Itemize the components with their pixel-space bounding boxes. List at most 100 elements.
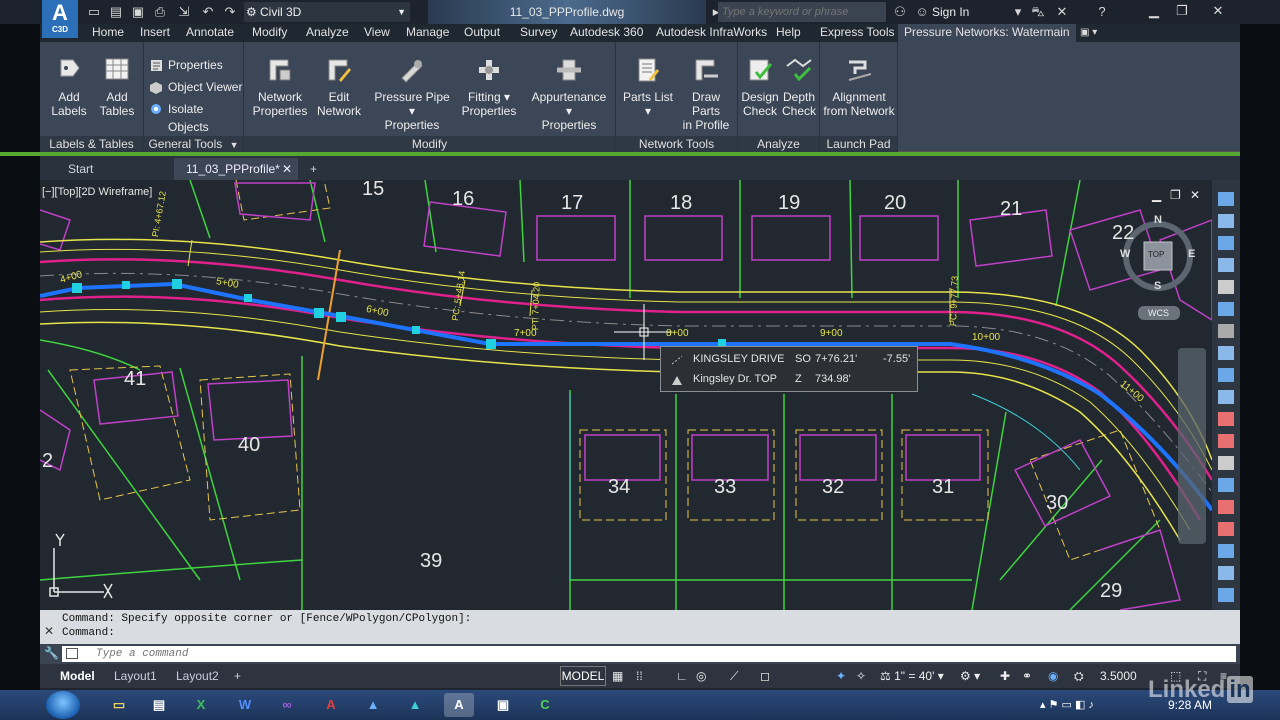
sign-in-chevron-icon[interactable]: ▾ [1010,4,1026,20]
isodraft-icon[interactable]: ⟋ [730,666,738,686]
ribbon-minimize-toggle[interactable]: ▣ ▾ [1080,24,1097,42]
appurtenance-properties-button[interactable]: Appurtenance ▾ Properties [528,56,610,132]
grid-icon[interactable]: ▦ [612,666,623,686]
tab-model[interactable]: Model [54,666,101,686]
fitting-properties-button[interactable]: Fitting ▾ Properties [458,56,520,118]
copy-tool-icon[interactable] [1218,280,1234,294]
stretch-tool-icon[interactable] [1218,412,1234,426]
wrench-icon[interactable]: 🔧 [44,646,59,660]
tab-pressure-networks[interactable]: Pressure Networks: Watermain [898,24,1076,42]
compass-south[interactable]: S [1154,280,1161,292]
add-tables-button[interactable]: Add Tables [96,56,138,118]
viewport-close-icon[interactable]: ✕ [1190,188,1200,202]
visual-studio-icon[interactable]: ∞ [272,693,302,717]
navigation-bar[interactable] [1178,348,1206,544]
binoculars-icon[interactable]: ⚇ [892,4,908,20]
pointer-icon[interactable] [1218,192,1234,206]
tab-manage[interactable]: Manage [400,24,455,42]
design-check-button[interactable]: Design Check [740,56,780,118]
osnap-icon[interactable]: ◻ [760,666,770,686]
redo-icon[interactable]: ↷ [222,4,238,20]
edit-network-button[interactable]: Edit Network [314,56,364,118]
offset-tool-icon[interactable] [1218,522,1234,536]
fillet-tool-icon[interactable] [1218,478,1234,492]
word-icon[interactable]: W [230,693,260,717]
close-tab-icon[interactable]: ✕ [282,158,292,180]
add-layout-button[interactable]: + [228,666,247,686]
status-value[interactable]: 3.5000 [1100,666,1137,686]
app-icon[interactable]: ▣ [488,693,518,717]
new-tab-button[interactable]: + [302,158,326,180]
plus-icon[interactable]: ✚ [1000,666,1010,686]
viewport-controls-label[interactable]: [−][Top][2D Wireframe] [42,186,152,198]
minimize-button[interactable]: ▁ [1140,0,1168,22]
extend-tool-icon[interactable] [1218,456,1234,470]
viewcube-top-face[interactable]: TOP [1148,250,1164,259]
tab-home[interactable]: Home [86,24,130,42]
settings-tool-icon[interactable] [1218,324,1234,338]
start-button[interactable] [46,691,80,719]
annotation-visibility-icon[interactable]: ✦ [836,666,846,686]
erase-tool-icon[interactable] [1218,588,1234,602]
mirror-tool-icon[interactable] [1218,500,1234,514]
tab-autodesk-360[interactable]: Autodesk 360 [564,24,649,42]
save-icon[interactable]: ▣ [130,4,146,20]
snap-icon[interactable]: ⁞⁞ [636,666,643,686]
workspace-dropdown[interactable]: ⚙ Civil 3D ▼ [244,2,410,22]
autocad-icon[interactable]: ▲ [358,693,388,717]
tab-modify[interactable]: Modify [246,24,293,42]
trim-tool-icon[interactable] [1218,434,1234,448]
line-tool-icon[interactable] [1218,214,1234,228]
hardware-accel-icon[interactable]: ◉ [1048,666,1058,686]
pressure-pipe-properties-button[interactable]: Pressure Pipe ▾ Properties [374,56,450,132]
array-tool-icon[interactable] [1218,544,1234,558]
network-properties-button[interactable]: Network Properties [252,56,308,118]
compass-west[interactable]: W [1120,248,1130,260]
sign-in-button[interactable]: Sign In [932,0,969,24]
application-menu-button[interactable]: A C3D [42,0,78,38]
system-tray-icons[interactable]: ▴ ⚑ ▭ ◧ ♪ [1040,698,1094,711]
viewport-restore-icon[interactable]: ❐ [1170,188,1181,202]
tab-start[interactable]: Start [56,158,166,180]
circle-tool-icon[interactable] [1218,302,1234,316]
camtasia-icon[interactable]: C [530,693,560,717]
tab-help[interactable]: Help [770,24,807,42]
open-file-icon[interactable]: ▤ [108,4,124,20]
undo-icon[interactable]: ↶ [200,4,216,20]
connect-icon[interactable]: ✕ [1054,4,1070,20]
print-icon[interactable]: ⎙ [152,4,168,20]
tab-layout1[interactable]: Layout1 [108,666,163,686]
auto-scale-icon[interactable]: ✧ [856,666,866,686]
polar-icon[interactable]: ◎ [696,666,706,686]
tab-output[interactable]: Output [458,24,506,42]
move-tool-icon[interactable] [1218,346,1234,360]
revit-icon[interactable]: ▲ [400,693,430,717]
ortho-icon[interactable]: ∟ [676,666,688,686]
plot-icon[interactable]: ⇲ [176,4,192,20]
explode-tool-icon[interactable] [1218,566,1234,580]
tab-analyze[interactable]: Analyze [300,24,355,42]
cart-icon[interactable]: ⛍ [1030,4,1046,20]
object-viewer-button[interactable]: Object Viewer [150,78,242,98]
acrobat-icon[interactable]: A [316,693,346,717]
tab-annotate[interactable]: Annotate [180,24,240,42]
excel-icon[interactable]: X [186,693,216,717]
file-explorer-icon[interactable]: ▭ [104,693,134,717]
command-input[interactable] [62,646,1236,662]
alignment-from-network-button[interactable]: Alignment from Network [822,56,896,118]
user-icon[interactable]: ☺ [914,4,930,20]
close-icon[interactable]: ✕ [44,624,54,638]
polyline-tool-icon[interactable] [1218,236,1234,250]
isolate-objects-button[interactable]: Isolate Objects [150,100,243,134]
isolate-icon[interactable]: ⚭ [1022,666,1032,686]
compass-east[interactable]: E [1188,248,1195,260]
rotate-tool-icon[interactable] [1218,368,1234,382]
compass-north[interactable]: N [1154,214,1162,226]
add-labels-button[interactable]: Add Labels [48,56,90,118]
search-input[interactable] [718,2,886,22]
tab-drawing-file[interactable]: 11_03_PPProfile* ✕ [174,158,298,180]
properties-button[interactable]: Properties [150,56,223,76]
command-prompt-icon[interactable] [66,648,78,659]
annotation-scale[interactable]: ⚖ 1" = 40' ▾ [880,666,944,686]
draw-parts-in-profile-button[interactable]: Draw Parts in Profile [678,56,734,132]
